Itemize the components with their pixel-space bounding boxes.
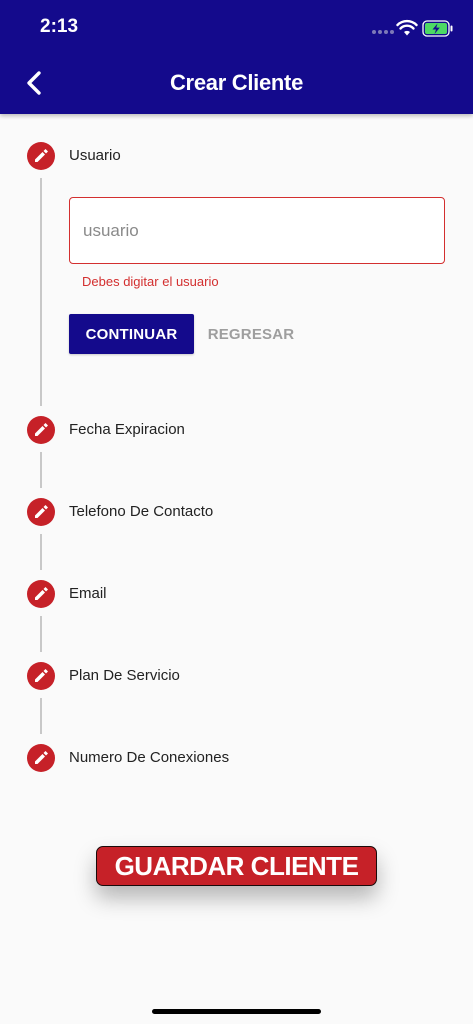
step-usuario-icon: [27, 142, 55, 170]
back-step-button[interactable]: REGRESAR: [203, 314, 299, 354]
create-client-screen: 2:13 Crear Cliente Usuario usuario Debes…: [0, 0, 473, 1024]
home-indicator[interactable]: [152, 1009, 321, 1014]
wifi-icon: [396, 19, 418, 36]
pencil-icon: [35, 149, 48, 162]
pencil-icon: [35, 505, 48, 518]
pencil-icon: [35, 669, 48, 682]
pencil-icon: [35, 751, 48, 764]
battery-charging-icon: [422, 20, 453, 37]
step-connector: [40, 178, 42, 406]
user-error-message: Debes digitar el usuario: [82, 274, 219, 289]
step-email-icon: [27, 580, 55, 608]
step-label-fecha-expiracion[interactable]: Fecha Expiracion: [69, 421, 185, 438]
cellular-signal-icon: [372, 30, 394, 34]
step-label-telefono[interactable]: Telefono De Contacto: [69, 503, 213, 520]
step-conexiones-icon: [27, 744, 55, 772]
step-label-plan[interactable]: Plan De Servicio: [69, 667, 180, 684]
navigation-header: 2:13 Crear Cliente: [0, 0, 473, 114]
step-label-email[interactable]: Email: [69, 585, 107, 602]
step-telefono-icon: [27, 498, 55, 526]
step-connector: [40, 698, 42, 734]
pencil-icon: [35, 423, 48, 436]
step-label-conexiones[interactable]: Numero De Conexiones: [69, 749, 229, 766]
step-fecha-icon: [27, 416, 55, 444]
status-time: 2:13: [40, 16, 79, 37]
pencil-icon: [35, 587, 48, 600]
continue-button[interactable]: CONTINUAR: [69, 314, 194, 354]
step-label-usuario[interactable]: Usuario: [69, 147, 121, 164]
user-input[interactable]: [69, 197, 445, 264]
save-client-button[interactable]: GUARDAR CLIENTE: [96, 846, 377, 886]
step-connector: [40, 616, 42, 652]
step-connector: [40, 534, 42, 570]
step-plan-icon: [27, 662, 55, 690]
page-title: Crear Cliente: [169, 70, 304, 95]
step-connector: [40, 452, 42, 488]
